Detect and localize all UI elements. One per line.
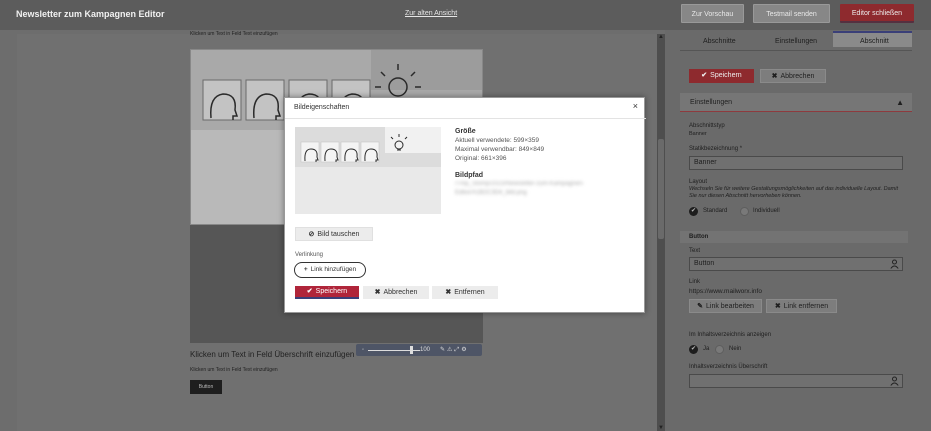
preview-button[interactable]: Zur Vorschau <box>681 4 744 23</box>
image-preview <box>295 127 441 214</box>
original-size: Original: 661×396 <box>455 155 507 162</box>
section-type-value: Banner <box>689 131 707 137</box>
layout-label: Layout <box>689 179 708 185</box>
tab-settings[interactable]: Einstellungen <box>775 38 817 45</box>
toc-no-radio[interactable] <box>715 345 724 354</box>
remove-link-label: Link entfernen <box>783 303 829 310</box>
sidebar-cancel-button[interactable]: ✖ Abbrechen <box>760 69 826 83</box>
swap-image-button[interactable]: ⊘ Bild tauschen <box>295 227 373 241</box>
settings-section-title: Einstellungen <box>690 99 733 106</box>
tab-divider <box>680 50 912 51</box>
image-path-value: /Tmp_Stomp/2023/Newsletter-zum-Kampagnen… <box>455 181 585 196</box>
zoom-value: 100 <box>420 347 431 353</box>
layout-individual-label: Individuell <box>753 208 780 214</box>
zoom-slider-handle[interactable] <box>410 346 413 354</box>
toc-heading-field[interactable] <box>689 374 903 388</box>
heading-placeholder[interactable]: Klicken um Text in Feld Überschrift einz… <box>190 350 354 359</box>
dialog-save-label: Speichern <box>315 288 348 295</box>
close-icon: ✖ <box>771 73 778 80</box>
edit-link-button[interactable]: ✎ Link bearbeiten <box>689 299 762 313</box>
dialog-title: Bildeigenschaften <box>294 104 350 111</box>
sidebar-cancel-label: Abbrechen <box>780 73 815 80</box>
app-title: Newsletter zum Kampagnen Editor <box>16 9 165 19</box>
text-placeholder-bottom[interactable]: Klicken um Text in Feld Text einzufügen <box>190 367 278 373</box>
image-preview-illustration <box>295 127 441 214</box>
testmail-button[interactable]: Testmail senden <box>753 4 830 23</box>
settings-section-header[interactable]: Einstellungen ▲ <box>680 93 912 112</box>
size-heading: Größe <box>455 128 476 135</box>
pencil-icon: ✎ <box>697 303 703 310</box>
edit-icon[interactable]: ✎ <box>440 347 447 353</box>
button-text-field[interactable]: Button <box>689 257 903 271</box>
close-icon: ✖ <box>374 289 381 296</box>
toc-yes-radio[interactable]: ✔ <box>689 345 698 354</box>
dialog-divider <box>285 118 646 119</box>
layout-standard-radio[interactable]: ✔ <box>689 207 698 216</box>
image-properties-dialog: Bildeigenschaften × Größe Aktuell verwen… <box>284 97 646 313</box>
dialog-save-button[interactable]: ✔ Speichern <box>295 286 359 299</box>
dialog-remove-button[interactable]: ✖ Entfernen <box>432 286 498 299</box>
sidebar-save-label: Speichern <box>710 72 742 79</box>
canvas-scrollbar[interactable]: ▲ ▼ <box>657 34 665 431</box>
zoom-toolbar: ◦ 100 ✎⚠⤢⚙ <box>356 344 482 356</box>
layout-individual-radio[interactable] <box>740 207 749 216</box>
button-section-header: Button <box>680 231 908 243</box>
tab-sections[interactable]: Abschnitte <box>703 38 736 45</box>
close-icon: ✖ <box>445 289 452 296</box>
scroll-down-icon[interactable]: ▼ <box>658 425 664 431</box>
toc-no-label: Nein <box>729 346 742 352</box>
button-text-value: Button <box>694 260 715 267</box>
toc-heading-label: Inhaltsverzeichnis Überschrift <box>689 364 768 370</box>
check-icon: ✔ <box>701 72 708 79</box>
remove-link-button[interactable]: ✖ Link entfernen <box>766 299 837 313</box>
sidebar-save-button[interactable]: ✔ Speichern <box>689 69 754 83</box>
dialog-close-icon[interactable]: × <box>633 101 638 111</box>
zoom-out-icon[interactable]: ◦ <box>362 347 364 353</box>
link-section-label: Verlinkung <box>295 252 324 258</box>
toc-yes-label: Ja <box>703 346 710 352</box>
image-path-heading: Bildpfad <box>455 172 483 179</box>
close-editor-button[interactable]: Editor schließen <box>840 4 914 23</box>
edit-link-label: Link bearbeiten <box>706 303 754 310</box>
plus-icon: + <box>303 266 308 273</box>
add-link-button[interactable]: + Link hinzufügen <box>294 262 366 278</box>
chevron-up-icon: ▲ <box>896 98 904 107</box>
dialog-remove-label: Entfernen <box>454 289 485 296</box>
settings-icon[interactable]: ⚙ <box>461 347 468 353</box>
add-link-label: Link hinzufügen <box>310 266 357 273</box>
toc-label: Im Inhaltsverzeichnis anzeigen <box>689 332 772 338</box>
link-value: https://www.mailworx.info <box>689 288 762 295</box>
close-icon: ✖ <box>774 303 781 310</box>
layout-standard-label: Standard <box>703 208 728 214</box>
static-name-field[interactable]: Banner <box>689 156 903 170</box>
canvas-button[interactable]: Button <box>190 380 222 394</box>
section-type-label: Abschnittstyp <box>689 123 725 129</box>
old-view-link[interactable]: Zur alten Ansicht <box>405 10 457 17</box>
tab-section[interactable]: Abschnitt <box>860 38 889 45</box>
image-swap-icon: ⊘ <box>308 231 315 238</box>
current-size: Aktuell verwendete: 599×359 <box>455 137 540 144</box>
swap-image-label: Bild tauschen <box>317 231 360 238</box>
text-label: Text <box>689 248 701 254</box>
check-icon: ✔ <box>306 288 313 295</box>
user-icon[interactable] <box>890 259 899 269</box>
static-name-label: Statikbezeichnung * <box>689 146 743 152</box>
dialog-cancel-label: Abbrechen <box>383 289 418 296</box>
dialog-cancel-button[interactable]: ✖ Abbrechen <box>363 286 429 299</box>
max-size: Maximal verwendbar: 849×849 <box>455 146 545 153</box>
text-placeholder[interactable]: Klicken um Text in Feld Text einzufügen <box>190 31 278 37</box>
scroll-thumb[interactable] <box>658 139 664 239</box>
scroll-up-icon[interactable]: ▲ <box>658 34 664 40</box>
link-label: Link <box>689 279 701 285</box>
user-icon[interactable] <box>890 376 899 386</box>
layout-description: Wechseln Sie für weitere Gestaltungsmögl… <box>689 186 899 199</box>
